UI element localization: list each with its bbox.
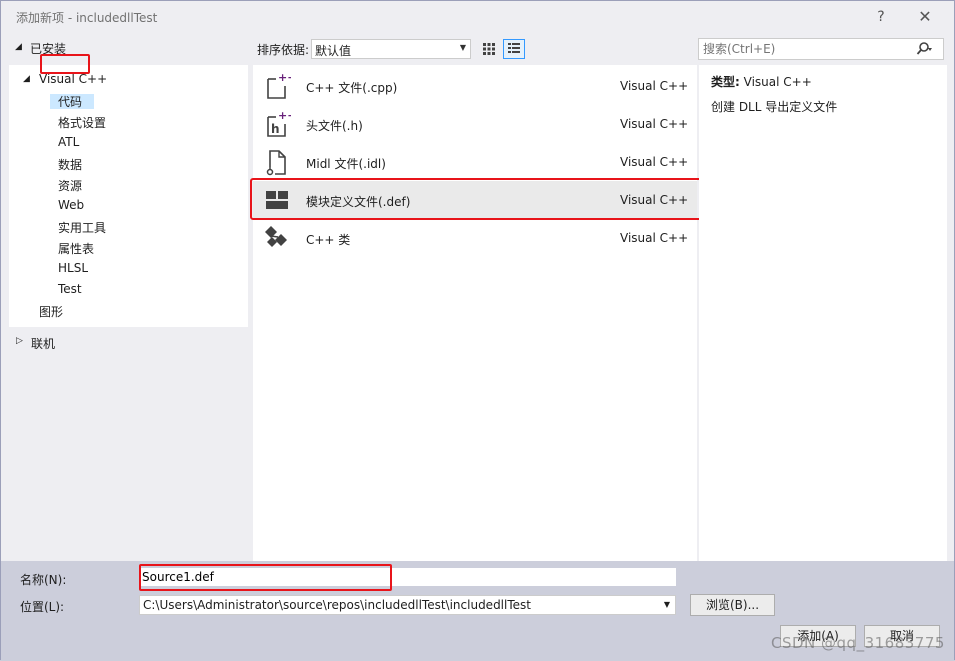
template-language: Visual C++ bbox=[620, 79, 689, 93]
sort-label: 排序依据: bbox=[257, 43, 310, 57]
tree-item-visual-cpp[interactable]: Visual C++ bbox=[39, 72, 107, 86]
cpp-class-icon bbox=[265, 226, 287, 247]
sort-value: 默认值 bbox=[315, 44, 352, 58]
sort-dropdown[interactable]: 默认值 ▼ bbox=[311, 39, 471, 59]
midl-file-icon bbox=[266, 150, 286, 176]
grid-view-button[interactable] bbox=[478, 39, 500, 59]
tree-item-hlsl[interactable]: HLSL bbox=[58, 261, 88, 275]
type-line: 类型: Visual C++ bbox=[711, 73, 812, 90]
add-new-item-dialog: 添加新项 - includedllTest ? ✕ ◢ 已安装 ◢ Visual… bbox=[0, 0, 955, 661]
expand-online-icon[interactable]: ▷ bbox=[16, 336, 23, 346]
template-name: Midl 文件(.idl) bbox=[306, 157, 386, 171]
search-field[interactable] bbox=[698, 38, 944, 60]
category-tree: ◢ Visual C++ 代码 格式设置 ATL 数据 资源 Web 实用工具 … bbox=[9, 65, 248, 327]
type-value: Visual C++ bbox=[743, 75, 812, 89]
type-label: 类型: bbox=[711, 75, 740, 89]
expand-visual-cpp-icon[interactable]: ◢ bbox=[23, 74, 30, 84]
template-description: 创建 DLL 导出定义文件 bbox=[711, 100, 838, 114]
tree-item-resource[interactable]: 资源 bbox=[58, 177, 82, 194]
code-highlight-box bbox=[40, 54, 90, 74]
title-bar: 添加新项 - includedllTest ? ✕ bbox=[1, 1, 954, 33]
tree-item-test[interactable]: Test bbox=[58, 282, 82, 296]
list-item[interactable]: Midl 文件(.idl) Visual C++ bbox=[253, 143, 697, 181]
search-icon[interactable] bbox=[915, 41, 933, 57]
watermark: CSDN @qq_31683775 bbox=[771, 634, 945, 652]
cpp-file-icon: ++ bbox=[267, 72, 291, 99]
chevron-down-icon: ▼ bbox=[663, 600, 670, 609]
tree-item-code[interactable]: 代码 bbox=[58, 93, 82, 110]
tree-item-atl[interactable]: ATL bbox=[58, 135, 79, 149]
tree-item-web[interactable]: Web bbox=[58, 198, 84, 212]
header-file-icon: h ++ bbox=[267, 110, 291, 137]
dialog-title: 添加新项 - includedllTest bbox=[16, 11, 158, 25]
template-language: Visual C++ bbox=[620, 231, 689, 245]
grid-view-icon bbox=[483, 43, 495, 55]
template-language: Visual C++ bbox=[620, 155, 689, 169]
collapse-triangle-icon[interactable]: ◢ bbox=[15, 42, 22, 52]
browse-button[interactable]: 浏览(B)... bbox=[690, 594, 775, 616]
template-name: 头文件(.h) bbox=[306, 119, 363, 133]
list-item[interactable]: C++ 类 Visual C++ bbox=[253, 219, 697, 257]
template-name: C++ 类 bbox=[306, 233, 351, 247]
name-highlight-box bbox=[139, 564, 392, 591]
search-input[interactable] bbox=[703, 41, 903, 57]
online-label: 联机 bbox=[31, 337, 56, 351]
location-value: C:\Users\Administrator\source\repos\incl… bbox=[143, 598, 531, 612]
tree-item-graphics[interactable]: 图形 bbox=[39, 303, 63, 320]
template-list: ++ C++ 文件(.cpp) Visual C++ h ++ 头文件(.h) … bbox=[253, 65, 697, 561]
chevron-down-icon: ▼ bbox=[459, 43, 466, 52]
list-item[interactable]: ++ C++ 文件(.cpp) Visual C++ bbox=[253, 67, 697, 105]
tree-item-data[interactable]: 数据 bbox=[58, 156, 82, 173]
tree-item-utility[interactable]: 实用工具 bbox=[58, 219, 106, 236]
def-highlight-box bbox=[250, 178, 702, 220]
svg-text:++: ++ bbox=[278, 72, 291, 84]
name-label: 名称(N): bbox=[20, 573, 67, 587]
list-view-icon bbox=[508, 43, 520, 53]
tree-item-formatting[interactable]: 格式设置 bbox=[58, 114, 106, 131]
template-name: C++ 文件(.cpp) bbox=[306, 81, 398, 95]
svg-text:h: h bbox=[271, 122, 280, 136]
template-language: Visual C++ bbox=[620, 117, 689, 131]
location-label: 位置(L): bbox=[20, 600, 65, 614]
details-panel: 类型: Visual C++ 创建 DLL 导出定义文件 bbox=[699, 65, 947, 561]
svg-text:++: ++ bbox=[278, 110, 291, 122]
location-dropdown[interactable]: C:\Users\Administrator\source\repos\incl… bbox=[139, 595, 676, 615]
list-view-button[interactable] bbox=[503, 39, 525, 59]
close-button[interactable]: ✕ bbox=[911, 6, 939, 28]
list-item[interactable]: h ++ 头文件(.h) Visual C++ bbox=[253, 105, 697, 143]
tree-item-property-sheets[interactable]: 属性表 bbox=[58, 240, 94, 257]
help-button[interactable]: ? bbox=[867, 6, 895, 28]
category-panel: ◢ 已安装 ◢ Visual C++ 代码 格式设置 ATL 数据 资源 Web… bbox=[9, 37, 248, 559]
